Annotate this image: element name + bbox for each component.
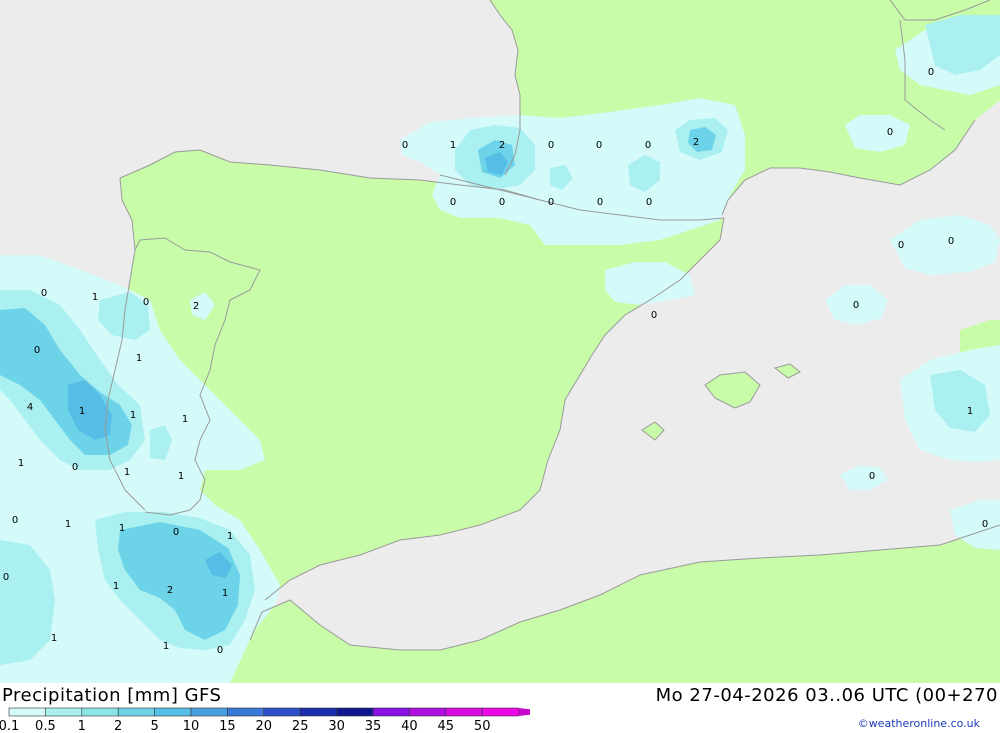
map-value-label: 1: [79, 406, 85, 417]
map-value-label: 1: [450, 140, 456, 151]
legend-swatch: [299, 707, 337, 717]
map-value-label: 0: [646, 197, 652, 208]
map-value-label: 0: [34, 345, 40, 356]
forecast-datetime: Mo 27-04-2026 03..06 UTC (00+270: [655, 685, 998, 706]
legend-swatch: [81, 707, 119, 717]
legend-label: 0.5: [35, 719, 56, 733]
legend-label: 35: [365, 719, 382, 733]
legend-label: 0.1: [0, 719, 19, 733]
legend-label: 20: [256, 719, 273, 733]
map-value-label: 0: [898, 240, 904, 251]
credit-link[interactable]: ©weatheronline.co.uk: [858, 717, 980, 730]
map-value-label: 0: [948, 236, 954, 247]
legend-arrow: [518, 708, 530, 716]
legend-swatch: [8, 707, 46, 717]
legend-swatch: [336, 707, 374, 717]
map-value-label: 0: [499, 197, 505, 208]
legend-swatch: [190, 707, 228, 717]
map-value-label: 0: [3, 572, 9, 583]
map-value-label: 1: [227, 531, 233, 542]
map-footer: Precipitation [mm] GFS Mo 27-04-2026 03.…: [0, 683, 1000, 733]
map-value-label: 2: [499, 140, 505, 151]
map-value-label: 0: [450, 197, 456, 208]
map-value-label: 0: [887, 127, 893, 138]
map-value-label: 0: [72, 462, 78, 473]
map-value-label: 0: [402, 140, 408, 151]
map-value-label: 0: [143, 297, 149, 308]
legend-swatch: [409, 707, 447, 717]
legend-label: 15: [219, 719, 236, 733]
map-value-label: 0: [869, 471, 875, 482]
legend-label: 40: [401, 719, 418, 733]
map-value-label: 1: [178, 471, 184, 482]
legend-swatch: [117, 707, 155, 717]
legend-label: 25: [292, 719, 309, 733]
precipitation-legend: 0.1 0.5 1 2 5 10 15 20 25 30 35 40 45 50: [0, 707, 530, 733]
map-value-label: 0: [596, 140, 602, 151]
map-value-label: 1: [92, 292, 98, 303]
map-title: Precipitation [mm] GFS: [2, 685, 222, 706]
map-value-label: 0: [548, 140, 554, 151]
map-value-label: 1: [18, 458, 24, 469]
legend-swatch: [263, 707, 301, 717]
legend-label: 1: [78, 719, 86, 733]
precipitation-map: 0 1 2 0 0 0 2 0 0 0 0 0 0 0 0 0 0 0 0 1 0 2 0 1 4 1 1 1 1 0 1 1 0 1 1 0 1 1 2 1…: [0, 0, 1000, 683]
legend-swatch: [45, 707, 83, 717]
map-value-label: 0: [597, 197, 603, 208]
map-value-label: 0: [982, 519, 988, 530]
map-value-label: 0: [645, 140, 651, 151]
legend-swatch: [154, 707, 192, 717]
map-value-label: 2: [167, 585, 173, 596]
legend-label: 10: [183, 719, 200, 733]
map-value-label: 1: [124, 467, 130, 478]
map-value-label: 1: [136, 353, 142, 364]
map-value-label: 1: [119, 523, 125, 534]
map-value-label: 1: [163, 641, 169, 652]
legend-label: 5: [150, 719, 158, 733]
map-value-label: 0: [41, 288, 47, 299]
map-value-label: 4: [27, 402, 33, 413]
map-value-label: 0: [217, 645, 223, 656]
map-value-label: 1: [130, 410, 136, 421]
legend-swatch: [372, 707, 410, 717]
map-value-label: 0: [548, 197, 554, 208]
map-value-label: 1: [967, 406, 973, 417]
legend-label: 2: [114, 719, 122, 733]
map-value-label: 0: [853, 300, 859, 311]
map-value-label: 2: [693, 137, 699, 148]
map-value-label: 1: [222, 588, 228, 599]
map-value-label: 2: [193, 301, 199, 312]
legend-label: 45: [438, 719, 455, 733]
map-value-label: 0: [651, 310, 657, 321]
map-value-label: 1: [65, 519, 71, 530]
map-value-label: 0: [173, 527, 179, 538]
legend-swatch: [481, 707, 519, 717]
map-value-label: 0: [12, 515, 18, 526]
map-value-label: 0: [928, 67, 934, 78]
map-value-label: 1: [182, 414, 188, 425]
legend-label: 50: [474, 719, 491, 733]
legend-swatch: [227, 707, 265, 717]
legend-swatch: [445, 707, 483, 717]
legend-label: 30: [328, 719, 345, 733]
map-value-label: 1: [113, 581, 119, 592]
map-value-label: 1: [51, 633, 57, 644]
